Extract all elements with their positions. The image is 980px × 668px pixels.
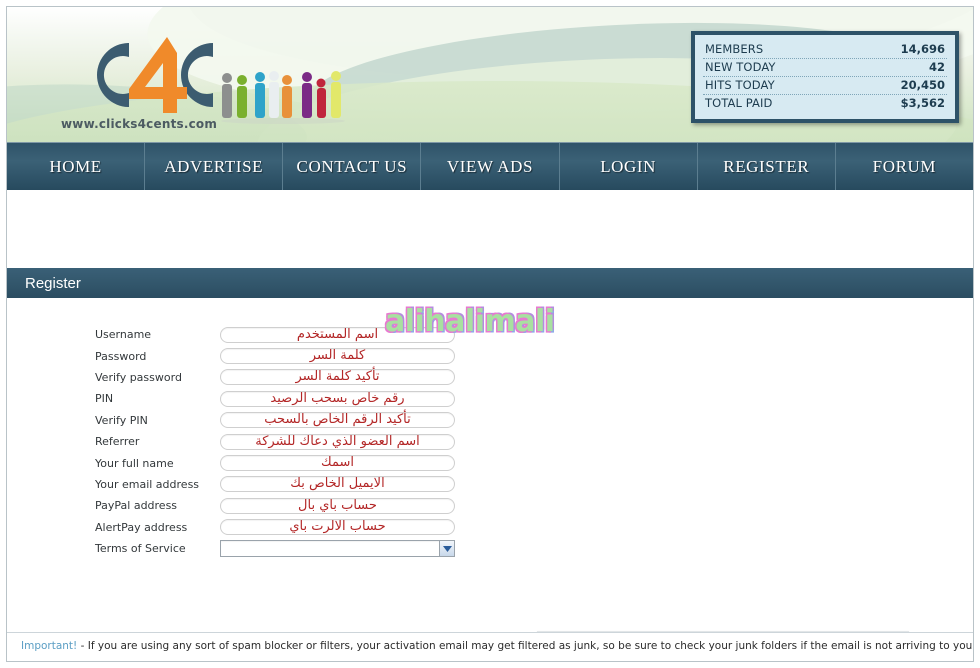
nav-item-home[interactable]: HOME xyxy=(7,143,146,190)
stats-label: TOTAL PAID xyxy=(705,96,773,110)
form-row-verify-password: Verify password تأكيد كلمة السر xyxy=(95,367,475,388)
page-title: Register xyxy=(25,274,81,292)
field-wrapper: حساب باي بال xyxy=(220,497,455,514)
terms-of-service-select[interactable] xyxy=(220,540,455,558)
nav-item-login[interactable]: LOGIN xyxy=(560,143,698,190)
form-row-password: Password كلمة السر xyxy=(95,345,475,366)
form-row-terms-of-service: Terms of Service xyxy=(95,538,475,559)
field-wrapper: الايميل الخاص بك xyxy=(220,476,455,493)
email-input[interactable] xyxy=(220,476,455,493)
nav-item-contact-us[interactable]: CONTACT US xyxy=(283,143,422,190)
field-wrapper: تأكيد الرقم الخاص بالسحب xyxy=(220,412,455,429)
field-label: Your email address xyxy=(95,477,200,491)
stats-label: HITS TODAY xyxy=(705,78,775,92)
stats-label: MEMBERS xyxy=(705,42,764,56)
field-label: PIN xyxy=(95,392,114,406)
people-silhouettes-icon xyxy=(221,71,345,124)
site-header-banner: www.clicks4cents.com MEMBERS 14,696 NEW … xyxy=(7,7,973,142)
page-root: www.clicks4cents.com MEMBERS 14,696 NEW … xyxy=(0,0,980,668)
stats-row: TOTAL PAID $3,562 xyxy=(703,95,947,112)
field-wrapper: حساب الالرت باي xyxy=(220,519,455,536)
stats-label: NEW TODAY xyxy=(705,60,776,74)
field-wrapper: تأكيد كلمة السر xyxy=(220,369,455,386)
full-name-input[interactable] xyxy=(220,455,455,472)
field-label: AlertPay address xyxy=(95,520,188,534)
notice-important-label: Important! xyxy=(21,640,78,652)
logo-url-text: www.clicks4cents.com xyxy=(61,117,218,131)
field-wrapper xyxy=(220,540,455,558)
stats-value: 14,696 xyxy=(900,42,945,56)
chevron-down-icon xyxy=(439,541,454,557)
form-row-pin: PIN رقم خاص بسحب الرصيد xyxy=(95,388,475,409)
stats-row: HITS TODAY 20,450 xyxy=(703,77,947,95)
form-row-email: Your email address الايميل الخاص بك xyxy=(95,474,475,495)
main-navigation: HOME ADVERTISE CONTACT US VIEW ADS LOGIN… xyxy=(7,142,973,190)
nav-item-view-ads[interactable]: VIEW ADS xyxy=(421,143,560,190)
register-content: alihalimali Username اسم المستخدم Passwo… xyxy=(7,298,973,661)
stats-value: 20,450 xyxy=(900,78,945,92)
important-notice: Important! - If you are using any sort o… xyxy=(7,632,973,661)
field-wrapper: اسم العضو الذي دعاك للشركة xyxy=(220,433,455,450)
referrer-input[interactable] xyxy=(220,433,455,450)
nav-item-forum[interactable]: FORUM xyxy=(836,143,973,190)
nav-item-register[interactable]: REGISTER xyxy=(698,143,836,190)
field-label: Password xyxy=(95,349,147,363)
field-label: Terms of Service xyxy=(95,542,186,556)
field-label: Referrer xyxy=(95,435,140,449)
verify-password-input[interactable] xyxy=(220,369,455,386)
notice-text: - If you are using any sort of spam bloc… xyxy=(77,640,974,652)
registration-form: Username اسم المستخدم Password كلمة السر… xyxy=(95,324,475,559)
field-label: PayPal address xyxy=(95,499,178,513)
form-row-paypal: PayPal address حساب باي بال xyxy=(95,495,475,516)
site-stats-box: MEMBERS 14,696 NEW TODAY 42 HITS TODAY 2… xyxy=(691,31,959,123)
nav-item-advertise[interactable]: ADVERTISE xyxy=(145,143,284,190)
password-input[interactable] xyxy=(220,348,455,365)
stats-row: NEW TODAY 42 xyxy=(703,59,947,77)
site-logo[interactable]: www.clicks4cents.com xyxy=(49,31,345,131)
field-label: Your full name xyxy=(95,456,174,470)
username-input[interactable] xyxy=(220,326,455,343)
form-row-verify-pin: Verify PIN تأكيد الرقم الخاص بالسحب xyxy=(95,410,475,431)
section-title-bar: Register xyxy=(7,268,973,298)
field-label: Username xyxy=(95,328,152,342)
alertpay-address-input[interactable] xyxy=(220,519,455,536)
field-wrapper: كلمة السر xyxy=(220,348,455,365)
field-label: Verify PIN xyxy=(95,413,148,427)
stats-value: $3,562 xyxy=(900,96,945,110)
field-label: Verify password xyxy=(95,370,182,384)
stats-value: 42 xyxy=(928,60,945,74)
pin-input[interactable] xyxy=(220,390,455,407)
form-row-username: Username اسم المستخدم xyxy=(95,324,475,345)
form-row-full-name: Your full name اسمك xyxy=(95,452,475,473)
field-wrapper: اسمك xyxy=(220,455,455,472)
site-frame: www.clicks4cents.com MEMBERS 14,696 NEW … xyxy=(6,6,974,662)
stats-row: MEMBERS 14,696 xyxy=(703,41,947,59)
paypal-address-input[interactable] xyxy=(220,497,455,514)
content-spacer xyxy=(7,190,973,268)
field-wrapper: رقم خاص بسحب الرصيد xyxy=(220,390,455,407)
field-wrapper: اسم المستخدم xyxy=(220,326,455,343)
verify-pin-input[interactable] xyxy=(220,412,455,429)
form-row-alertpay: AlertPay address حساب الالرت باي xyxy=(95,517,475,538)
form-row-referrer: Referrer اسم العضو الذي دعاك للشركة xyxy=(95,431,475,452)
